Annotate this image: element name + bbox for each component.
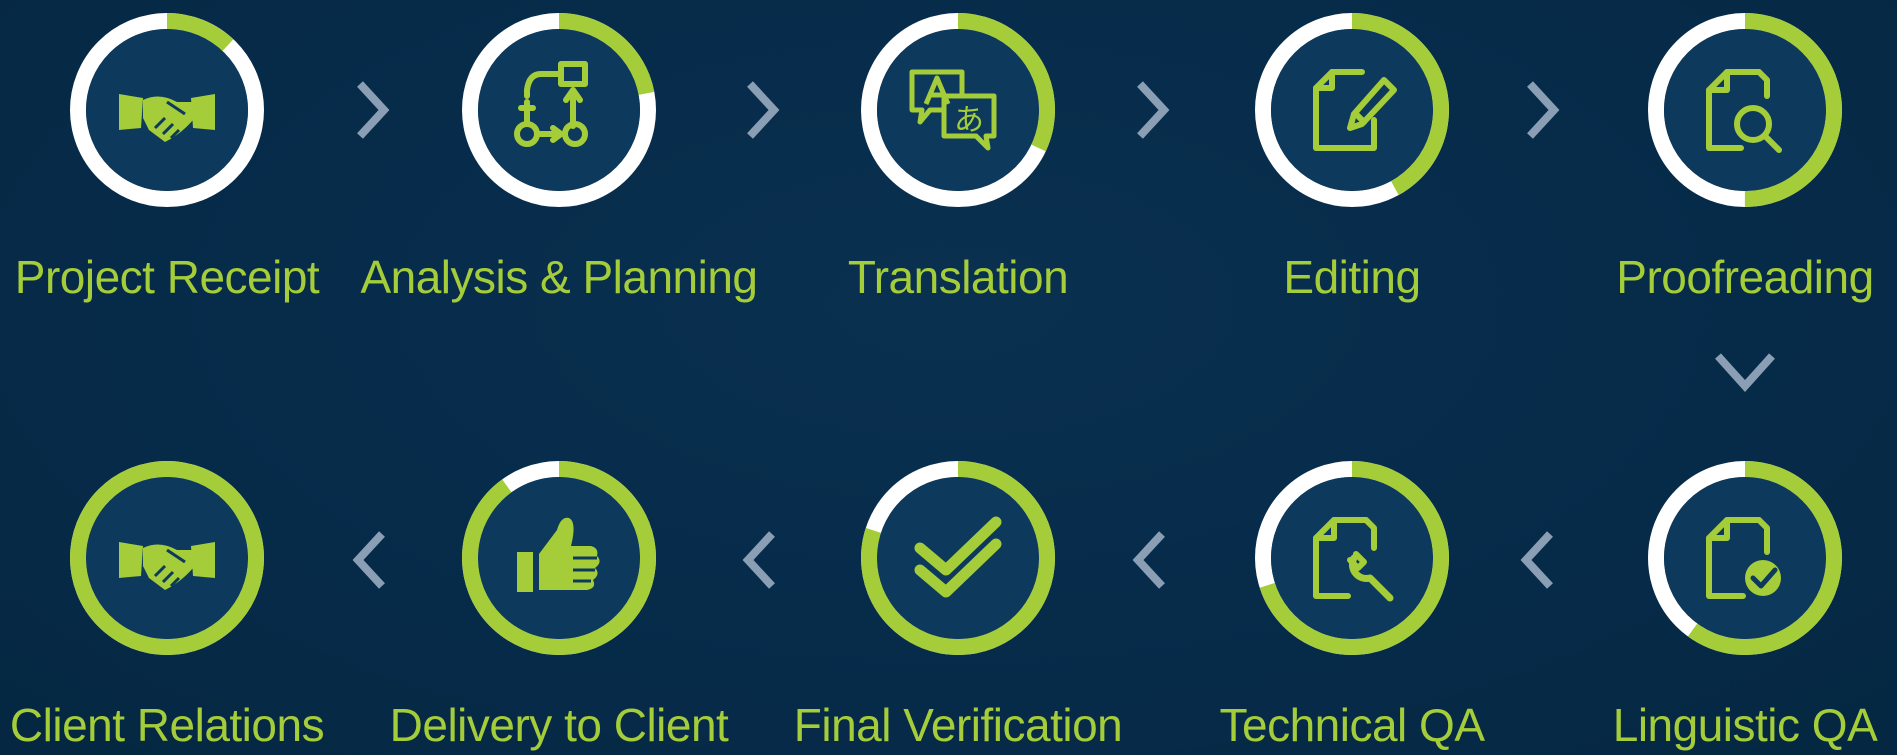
progress-ring [858,458,1058,658]
chevron-right-icon [1522,80,1562,140]
chevron-right-icon [1132,80,1172,140]
step-label: Client Relations [9,699,325,751]
step-label: Linguistic QA [1612,699,1878,751]
svg-text:あ: あ [954,103,984,138]
progress-ring [1252,10,1452,210]
progress-ring: あ [858,10,1058,210]
progress-ring [459,458,659,658]
chevron-right-icon [742,80,782,140]
progress-ring [67,10,267,210]
step-label: Translation [847,251,1069,303]
chevron-left-icon [350,530,390,590]
step-label: Technical QA [1219,699,1485,751]
chevron-left-icon [740,530,780,590]
step-label: Proofreading [1616,251,1874,303]
progress-ring [67,458,267,658]
step-label: Editing [1283,251,1421,303]
step-label: Delivery to Client [389,699,729,751]
chevron-left-icon [1130,530,1170,590]
chevron-left-icon [1518,530,1558,590]
progress-ring [459,10,659,210]
chevron-down-icon [1714,350,1776,394]
progress-ring [1645,458,1845,658]
progress-ring [1645,10,1845,210]
step-label: Final Verification [793,699,1123,751]
chevron-right-icon [352,80,392,140]
progress-ring [1252,458,1452,658]
step-label: Analysis & Planning [360,251,758,303]
step-label: Project Receipt [14,251,320,303]
